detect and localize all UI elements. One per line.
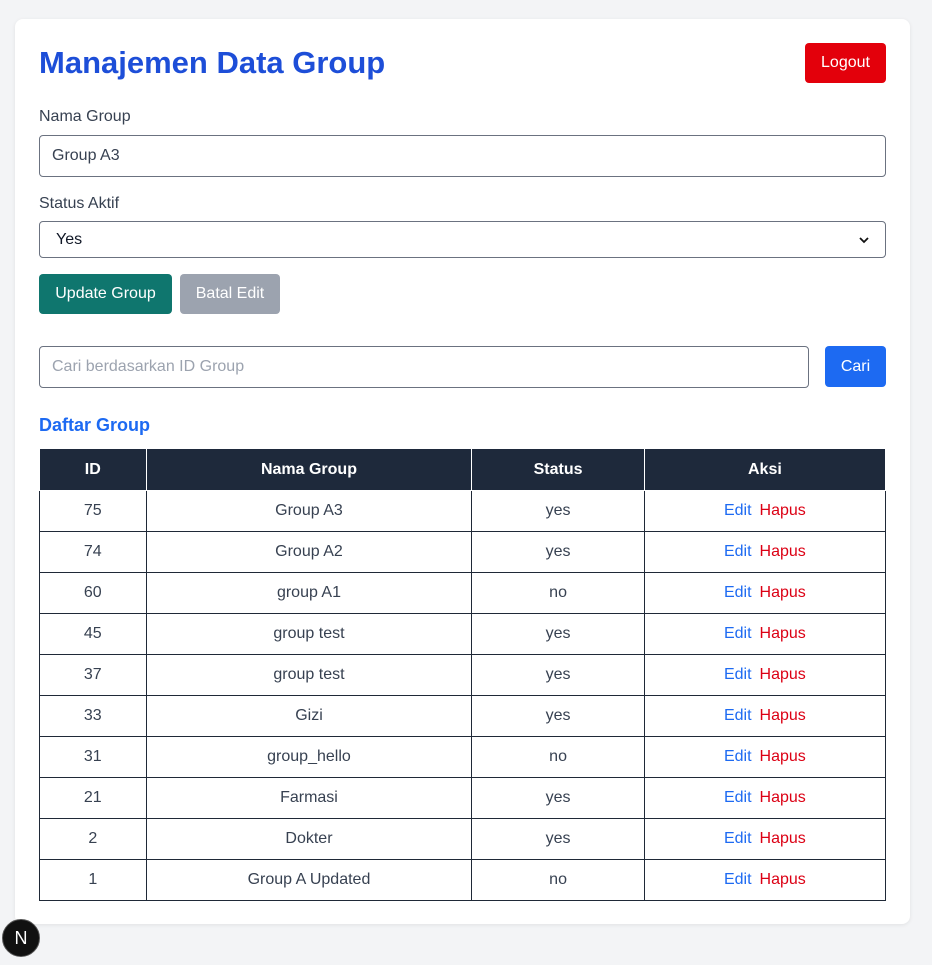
status-selected-value: Yes [56, 230, 83, 248]
edit-link[interactable]: Edit [724, 625, 752, 642]
cell-actions: Edit Hapus [643, 572, 887, 614]
table-row: 75 Group A3 yes Edit Hapus [39, 490, 887, 532]
cell-status: no [471, 736, 645, 778]
group-list-title: Daftar Group [39, 415, 151, 435]
edit-link[interactable]: Edit [724, 748, 752, 765]
cell-name: group_hello [145, 736, 473, 778]
edit-link[interactable]: Edit [724, 830, 752, 847]
cell-status: yes [471, 818, 645, 860]
cell-name: Group A Updated [145, 859, 473, 901]
cell-id: 1 [39, 859, 147, 901]
column-header-name: Nama Group [145, 448, 473, 491]
cell-name: group A1 [145, 572, 473, 614]
cell-id: 31 [39, 736, 147, 778]
column-header-id: ID [39, 448, 147, 491]
cell-id: 60 [39, 572, 147, 614]
main-card: Manajemen Data Group Logout Nama Group G… [15, 19, 910, 924]
delete-link[interactable]: Hapus [760, 871, 806, 888]
edit-link[interactable]: Edit [724, 707, 752, 724]
delete-link[interactable]: Hapus [760, 625, 806, 642]
status-select[interactable]: Yes [39, 221, 886, 258]
delete-link[interactable]: Hapus [760, 666, 806, 683]
table-row: 37 group test yes Edit Hapus [39, 654, 887, 696]
edit-link[interactable]: Edit [724, 666, 752, 683]
cell-actions: Edit Hapus [643, 777, 887, 819]
cell-status: yes [471, 613, 645, 655]
cell-actions: Edit Hapus [643, 490, 887, 532]
table-row: 74 Group A2 yes Edit Hapus [39, 531, 887, 573]
cell-actions: Edit Hapus [643, 818, 887, 860]
cell-id: 33 [39, 695, 147, 737]
cell-status: yes [471, 654, 645, 696]
delete-link[interactable]: Hapus [760, 830, 806, 847]
cell-id: 74 [39, 531, 147, 573]
search-placeholder: Cari berdasarkan ID Group [52, 358, 245, 375]
delete-link[interactable]: Hapus [760, 748, 806, 765]
edit-link[interactable]: Edit [724, 871, 752, 888]
cell-status: yes [471, 490, 645, 532]
cell-id: 21 [39, 777, 147, 819]
edit-link[interactable]: Edit [724, 502, 752, 519]
table-row: 1 Group A Updated no Edit Hapus [39, 859, 887, 901]
logout-button[interactable]: Logout [805, 43, 886, 83]
status-label: Status Aktif [39, 195, 120, 212]
table-row: 21 Farmasi yes Edit Hapus [39, 777, 887, 819]
edit-link[interactable]: Edit [724, 584, 752, 601]
cell-name: group test [145, 654, 473, 696]
cell-name: group test [145, 613, 473, 655]
edit-link[interactable]: Edit [724, 789, 752, 806]
cell-name: Group A2 [145, 531, 473, 573]
group-table: ID Nama Group Status Aksi 75 Group A3 ye… [39, 448, 887, 901]
table-row: 45 group test yes Edit Hapus [39, 613, 887, 655]
cell-name: Gizi [145, 695, 473, 737]
table-row: 2 Dokter yes Edit Hapus [39, 818, 887, 860]
search-input[interactable]: Cari berdasarkan ID Group [39, 346, 809, 388]
column-header-status: Status [471, 448, 645, 491]
cell-actions: Edit Hapus [643, 613, 887, 655]
nextjs-letter: N [14, 927, 28, 948]
cell-status: yes [471, 777, 645, 819]
column-header-actions: Aksi [643, 448, 887, 491]
cell-name: Farmasi [145, 777, 473, 819]
table-row: 60 group A1 no Edit Hapus [39, 572, 887, 614]
group-name-input[interactable]: Group A3 [39, 135, 886, 177]
cell-status: yes [471, 695, 645, 737]
cancel-edit-button[interactable]: Batal Edit [180, 274, 280, 314]
table-row: 31 group_hello no Edit Hapus [39, 736, 887, 778]
cell-actions: Edit Hapus [643, 654, 887, 696]
update-group-button[interactable]: Update Group [39, 274, 172, 314]
page-title: Manajemen Data Group [39, 45, 386, 80]
cell-actions: Edit Hapus [643, 859, 887, 901]
delete-link[interactable]: Hapus [760, 789, 806, 806]
delete-link[interactable]: Hapus [760, 584, 806, 601]
chevron-down-icon [859, 233, 869, 247]
cell-id: 45 [39, 613, 147, 655]
cell-id: 37 [39, 654, 147, 696]
delete-link[interactable]: Hapus [760, 707, 806, 724]
group-name-label: Nama Group [39, 108, 131, 125]
cell-name: Group A3 [145, 490, 473, 532]
edit-link[interactable]: Edit [724, 543, 752, 560]
cell-actions: Edit Hapus [643, 695, 887, 737]
table-header-row: ID Nama Group Status Aksi [39, 448, 887, 491]
cell-actions: Edit Hapus [643, 736, 887, 778]
cell-id: 75 [39, 490, 147, 532]
cell-status: no [471, 572, 645, 614]
cell-status: no [471, 859, 645, 901]
delete-link[interactable]: Hapus [760, 543, 806, 560]
delete-link[interactable]: Hapus [760, 502, 806, 519]
cell-actions: Edit Hapus [643, 531, 887, 573]
search-button[interactable]: Cari [825, 346, 886, 387]
cell-status: yes [471, 531, 645, 573]
cell-id: 2 [39, 818, 147, 860]
nextjs-icon[interactable]: N [2, 919, 40, 957]
group-name-value: Group A3 [52, 147, 120, 164]
table-row: 33 Gizi yes Edit Hapus [39, 695, 887, 737]
cell-name: Dokter [145, 818, 473, 860]
